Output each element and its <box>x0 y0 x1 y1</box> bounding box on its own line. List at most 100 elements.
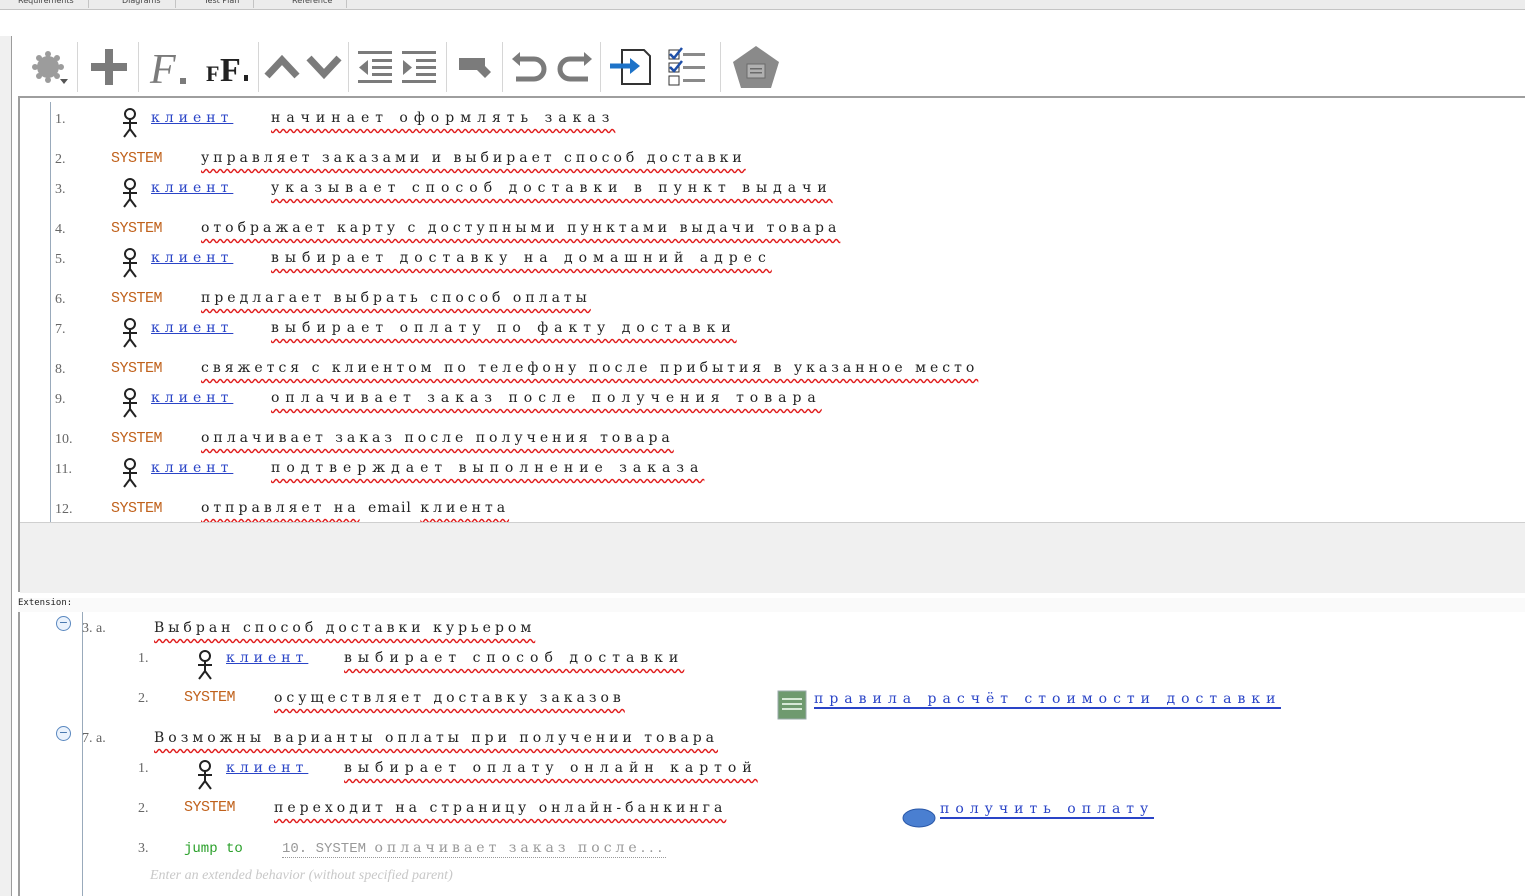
redo-button[interactable] <box>552 44 596 90</box>
undo-icon <box>512 52 547 82</box>
settings-icon <box>32 51 68 84</box>
italic-f-icon: F <box>149 47 186 89</box>
move-up-button[interactable] <box>262 44 302 90</box>
step-text[interactable]: отправляет на email клиента <box>201 500 509 516</box>
step-number: 1. <box>55 112 66 127</box>
step-text[interactable]: выбирает способ доставки <box>344 650 684 666</box>
system-label: SYSTEM <box>111 150 163 167</box>
extension-title[interactable]: Выбран способ доставки курьером <box>154 620 535 636</box>
step-number: 2. <box>138 691 149 706</box>
actor-icon <box>196 650 214 680</box>
step-text[interactable]: выбирает оплату по факту доставки <box>271 320 737 336</box>
system-label: SYSTEM <box>111 430 163 447</box>
main-flow-editor[interactable]: 1. клиент начинает оформлять заказ 2. SY… <box>50 102 1525 522</box>
step-number: 1. <box>138 651 149 666</box>
step-row[interactable]: 8. SYSTEM свяжется с клиентом по телефон… <box>51 356 1521 386</box>
outdent-button[interactable] <box>354 44 396 90</box>
indent-icon <box>402 51 436 83</box>
step-text[interactable]: свяжется с клиентом по телефону после пр… <box>201 360 978 376</box>
system-label: SYSTEM <box>184 689 236 706</box>
system-label: SYSTEM <box>111 500 163 517</box>
extension-number: 3. a. <box>82 621 106 636</box>
undo-button[interactable] <box>508 44 552 90</box>
step-number: 9. <box>55 392 66 407</box>
system-label: SYSTEM <box>184 799 236 816</box>
actor-link[interactable]: клиент <box>226 650 308 666</box>
step-number: 2. <box>55 152 66 167</box>
step-text[interactable]: оплачивает заказ после получения товара <box>271 390 822 406</box>
bold-button[interactable]: F F <box>200 44 256 90</box>
include-link[interactable]: правила расчёт стоимости доставки <box>814 691 1282 709</box>
step-row[interactable]: 10. SYSTEM оплачивает заказ после получе… <box>51 426 1521 456</box>
collapse-toggle[interactable]: − <box>56 616 71 631</box>
system-label: SYSTEM <box>111 360 163 377</box>
actor-icon <box>121 388 139 418</box>
extension-placeholder[interactable]: Enter an extended behavior (without spec… <box>150 868 453 884</box>
step-text[interactable]: оплачивает заказ после получения товара <box>201 430 674 446</box>
step-row[interactable]: 1. клиент начинает оформлять заказ <box>51 106 1521 138</box>
toolbar: F F F <box>12 36 1525 96</box>
actor-icon <box>121 318 139 348</box>
step-row[interactable]: 2. SYSTEM управляет заказами и выбирает … <box>51 146 1521 176</box>
step-text[interactable]: выбирает оплату онлайн картой <box>344 760 758 776</box>
step-text[interactable]: управляет заказами и выбирает способ дос… <box>201 150 746 166</box>
actor-link[interactable]: клиент <box>226 760 308 776</box>
tab-test-plan[interactable]: Test Plan <box>190 0 255 8</box>
step-number: 11. <box>55 462 72 477</box>
step-row[interactable]: 4. SYSTEM отображает карту с доступными … <box>51 216 1521 246</box>
actor-icon <box>121 458 139 488</box>
step-number: 3. <box>138 841 149 856</box>
checklist-button[interactable] <box>662 44 714 90</box>
link-button[interactable] <box>452 44 498 90</box>
tab-reference[interactable]: Reference <box>278 0 348 8</box>
step-row[interactable]: 3. клиент указывает способ доставки в пу… <box>51 176 1521 208</box>
main-flow-panel: 1. клиент начинает оформлять заказ 2. SY… <box>18 96 1525 593</box>
step-text-part: клиента <box>420 500 510 516</box>
collapse-toggle[interactable]: − <box>56 726 71 741</box>
business-rule-icon <box>777 690 807 720</box>
indent-button[interactable] <box>398 44 440 90</box>
step-text[interactable]: предлагает выбрать способ оплаты <box>201 290 591 306</box>
jump-to-label: jump to <box>184 841 243 857</box>
step-text[interactable]: переходит на страницу онлайн-банкинга <box>274 800 726 816</box>
step-text[interactable]: выбирает доставку на домашний адрес <box>271 250 772 266</box>
jump-target-link[interactable]: 10. SYSTEM оплачивает заказ после... <box>282 840 667 858</box>
italic-button[interactable]: F <box>144 44 196 90</box>
actor-link[interactable]: клиент <box>151 320 233 336</box>
tab-requirements[interactable]: Requirements <box>4 0 89 8</box>
actor-link[interactable]: клиент <box>151 250 233 266</box>
step-number: 12. <box>55 502 73 517</box>
step-text[interactable]: отображает карту с доступными пунктами в… <box>201 220 840 236</box>
actor-link[interactable]: клиент <box>151 110 233 126</box>
step-text[interactable]: начинает оформлять заказ <box>271 110 615 126</box>
step-number: 1. <box>138 761 149 776</box>
system-label: SYSTEM <box>111 290 163 307</box>
tab-diagrams[interactable]: Diagrams <box>108 0 176 8</box>
use-case-button[interactable] <box>728 44 784 90</box>
jump-target-text: оплачивает заказ после... <box>374 840 667 856</box>
actor-link[interactable]: клиент <box>151 460 233 476</box>
actor-link[interactable]: клиент <box>151 390 233 406</box>
move-down-button[interactable] <box>304 44 344 90</box>
step-number: 8. <box>55 362 66 377</box>
settings-button[interactable] <box>28 44 72 90</box>
step-row[interactable]: 9. клиент оплачивает заказ после получен… <box>51 386 1521 418</box>
step-row[interactable]: 7. клиент выбирает оплату по факту доста… <box>51 316 1521 348</box>
step-text[interactable]: указывает способ доставки в пункт выдачи <box>271 180 833 196</box>
redo-icon <box>557 52 592 82</box>
step-number: 2. <box>138 801 149 816</box>
extension-title[interactable]: Возможны варианты оплаты при получении т… <box>154 730 718 746</box>
step-row[interactable]: 6. SYSTEM предлагает выбрать способ опла… <box>51 286 1521 316</box>
svg-text:F: F <box>220 52 241 89</box>
insert-button[interactable] <box>606 44 656 90</box>
actor-link[interactable]: клиент <box>151 180 233 196</box>
step-row[interactable]: 5. клиент выбирает доставку на домашний … <box>51 246 1521 278</box>
actor-icon <box>121 178 139 208</box>
link-icon <box>459 58 491 78</box>
step-text[interactable]: осуществляет доставку заказов <box>274 690 625 706</box>
step-text[interactable]: подтверждает выполнение заказа <box>271 460 704 476</box>
step-row[interactable]: 11. клиент подтверждает выполнение заказ… <box>51 456 1521 488</box>
add-step-button[interactable] <box>84 44 134 90</box>
include-link[interactable]: получить оплату <box>940 801 1155 819</box>
left-gutter <box>0 36 12 896</box>
